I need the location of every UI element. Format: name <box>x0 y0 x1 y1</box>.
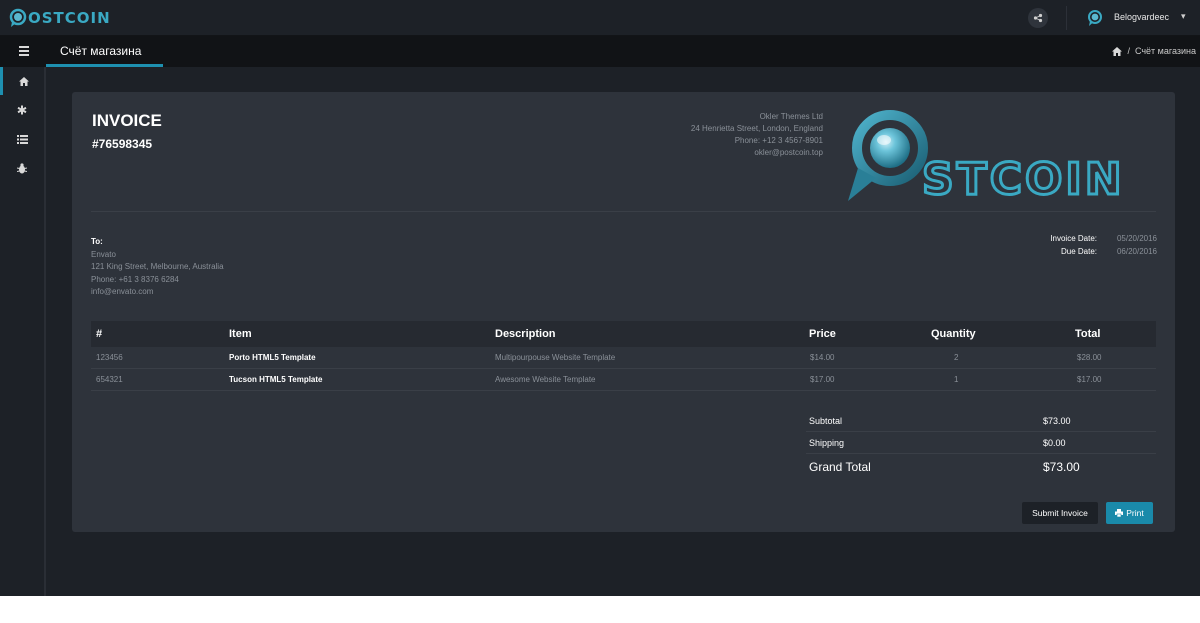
sidebar-item-list[interactable] <box>0 125 44 153</box>
app-window: OSTCOIN Belogvardeec ▾ Счёт магазина / С… <box>0 0 1200 596</box>
main-content: INVOICE #76598345 Okler Themes Ltd 24 He… <box>48 67 1200 596</box>
row-description: Awesome Website Template <box>495 375 596 384</box>
row-id: 123456 <box>96 353 123 362</box>
share-icon <box>1033 13 1043 23</box>
page-title: Счёт магазина <box>60 44 142 58</box>
column-header: Item <box>229 328 252 340</box>
bill-to: To: Envato 121 King Street, Melbourne, A… <box>91 236 224 299</box>
header-divider <box>91 211 1156 212</box>
row-id: 654321 <box>96 375 123 384</box>
table-header: # Item Description Price Quantity Total <box>91 321 1156 347</box>
column-header: Price <box>809 328 836 340</box>
avatar[interactable] <box>1086 9 1104 27</box>
grand-total-label: Grand Total <box>809 460 871 474</box>
invoice-number: #76598345 <box>92 137 153 151</box>
invoice-table: # Item Description Price Quantity Total … <box>91 321 1156 391</box>
invoice-date-value: 05/20/2016 <box>1116 234 1157 243</box>
row-price: $14.00 <box>810 353 835 362</box>
shipping-label: Shipping <box>809 438 845 448</box>
shipping-row: Shipping $0.00 <box>806 432 1156 454</box>
shipping-value: $0.00 <box>1043 438 1066 448</box>
invoice-title: INVOICE <box>92 111 162 130</box>
company-info: Okler Themes Ltd 24 Henrietta Street, Lo… <box>691 111 823 159</box>
row-total: $28.00 <box>1077 353 1102 362</box>
row-description: Multipourpouse Website Template <box>495 353 616 362</box>
top-header: OSTCOIN Belogvardeec ▾ <box>0 0 1200 36</box>
row-quantity: 2 <box>954 353 959 362</box>
company-phone: Phone: +12 3 4567-8901 <box>734 136 823 145</box>
table-row: 654321 Tucson HTML5 Template Awesome Web… <box>91 369 1156 391</box>
header-divider <box>1066 6 1067 30</box>
row-item: Porto HTML5 Template <box>229 353 316 362</box>
print-button[interactable]: Print <box>1106 502 1153 524</box>
bill-to-address: 121 King Street, Melbourne, Australia <box>91 262 224 271</box>
invoice-totals: Subtotal $73.00 Shipping $0.00 Grand Tot… <box>806 410 1156 480</box>
bill-to-label: To: <box>91 237 103 246</box>
bill-to-phone: Phone: +61 3 8376 6284 <box>91 274 179 284</box>
subtotal-label: Subtotal <box>809 416 843 426</box>
bill-to-name: Envato <box>91 249 116 259</box>
column-header: Description <box>495 328 556 340</box>
list-icon <box>16 134 28 144</box>
bug-icon <box>17 162 27 173</box>
sidebar <box>0 67 46 596</box>
submit-invoice-button[interactable]: Submit Invoice <box>1022 502 1098 524</box>
svg-text:STCOIN: STCOIN <box>922 154 1125 205</box>
row-total: $17.00 <box>1077 375 1102 384</box>
logo-icon <box>9 8 27 27</box>
due-date-label: Due Date: <box>1060 247 1097 256</box>
company-address: 24 Henrietta Street, London, England <box>690 124 823 133</box>
invoice-dates: Invoice Date: 05/20/2016 Due Date: 06/20… <box>1027 232 1157 258</box>
subtotal-row: Subtotal $73.00 <box>806 410 1156 432</box>
column-header: Quantity <box>931 328 976 340</box>
sidebar-item-home[interactable] <box>0 67 44 95</box>
home-icon <box>18 76 29 86</box>
print-label: Print <box>1126 508 1144 518</box>
company-email: okler@postcoin.top <box>754 148 823 157</box>
grand-total-value: $73.00 <box>1043 460 1080 474</box>
breadcrumb: / Счёт магазина <box>1112 46 1196 56</box>
home-icon[interactable] <box>1112 46 1123 56</box>
share-button[interactable] <box>1028 8 1048 28</box>
sidebar-item-asterisk[interactable] <box>0 96 44 124</box>
print-icon <box>1115 509 1124 517</box>
due-date-value: 06/20/2016 <box>1116 247 1157 256</box>
company-name: Okler Themes Ltd <box>759 112 823 121</box>
invoice-date-label: Invoice Date: <box>1050 234 1097 243</box>
logo-text: OSTCOIN <box>28 9 111 27</box>
subtotal-value: $73.00 <box>1043 416 1071 426</box>
chevron-down-icon[interactable]: ▾ <box>1181 11 1186 22</box>
invoice-card: INVOICE #76598345 Okler Themes Ltd 24 He… <box>72 92 1175 532</box>
app-logo[interactable]: OSTCOIN <box>8 7 111 29</box>
user-name[interactable]: Belogvardeec <box>1114 12 1169 22</box>
column-header: Total <box>1075 328 1101 340</box>
column-header: # <box>96 328 103 340</box>
asterisk-icon <box>17 105 27 115</box>
breadcrumb-current: Счёт магазина <box>1134 46 1196 56</box>
row-quantity: 1 <box>954 375 959 384</box>
bill-to-email: info@envato.com <box>91 287 154 296</box>
sidebar-item-bug[interactable] <box>0 154 44 182</box>
table-row: 123456 Porto HTML5 Template Multipourpou… <box>91 347 1156 369</box>
row-item: Tucson HTML5 Template <box>229 375 323 384</box>
breadcrumb-separator: / <box>1127 46 1130 56</box>
page-header: Счёт магазина / Счёт магазина <box>0 36 1200 67</box>
grand-total-row: Grand Total $73.00 <box>806 454 1156 480</box>
menu-toggle-icon[interactable] <box>19 46 29 56</box>
company-logo: STCOIN <box>848 110 1125 206</box>
row-price: $17.00 <box>810 375 835 384</box>
